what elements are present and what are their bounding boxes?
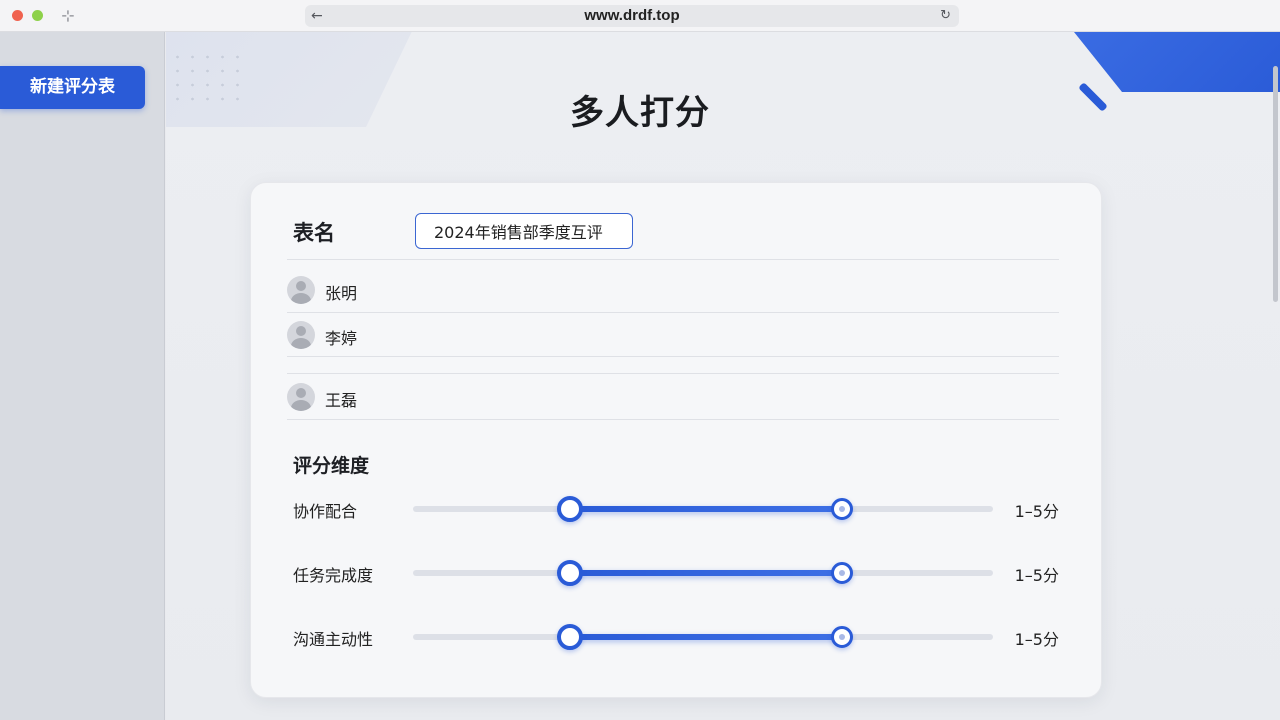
new-score-sheet-button[interactable]: 新建评分表: [0, 66, 145, 109]
range-slider-max-thumb[interactable]: [831, 562, 854, 584]
member-item[interactable]: 张明: [287, 276, 1059, 306]
url-text[interactable]: www.drdf.top: [305, 5, 959, 27]
sidebar: 新建评分表: [0, 32, 165, 720]
address-bar[interactable]: ← www.drdf.top ↻: [305, 5, 959, 27]
dimensions-title: 评分维度: [293, 455, 370, 477]
avatar-icon: [287, 276, 315, 304]
range-slider-min-thumb[interactable]: [556, 560, 583, 586]
dimension-row: 任务完成度 1–5分: [293, 558, 1059, 588]
member-name: 李婷: [325, 329, 358, 348]
range-slider-track[interactable]: [413, 560, 993, 586]
range-slider-fill: [569, 634, 843, 640]
avatar-icon: [287, 383, 315, 411]
range-slider-fill: [569, 570, 843, 576]
divider: [287, 419, 1059, 420]
range-slider-track[interactable]: [413, 624, 993, 650]
table-name-input[interactable]: [415, 213, 633, 249]
page-title: 多人打分: [570, 93, 710, 133]
dimension-range-text: 1–5分: [1014, 566, 1059, 585]
divider: [287, 312, 1059, 313]
page-scrollbar[interactable]: [1273, 66, 1278, 302]
member-item[interactable]: 王磊: [287, 383, 1059, 413]
close-window-icon[interactable]: [12, 10, 23, 21]
zoom-window-icon[interactable]: [32, 10, 43, 21]
reload-icon[interactable]: ↻: [940, 5, 951, 27]
divider: [287, 356, 1059, 357]
sidebar-toggle-icon[interactable]: ⊹: [58, 6, 78, 26]
dimension-row: 沟通主动性 1–5分: [293, 622, 1059, 652]
browser-toolbar: ⊹ ← www.drdf.top ↻: [0, 0, 1280, 32]
range-slider-track[interactable]: [413, 496, 993, 522]
member-item[interactable]: 李婷: [287, 321, 1059, 351]
member-name: 张明: [325, 284, 358, 303]
avatar-icon: [287, 321, 315, 349]
dimension-label: 沟通主动性: [293, 630, 374, 649]
member-name: 王磊: [325, 391, 358, 410]
score-sheet-card: 表名 张明 李婷 王磊 评分维度 协作配合 1–5分 任务完成度 1–5: [250, 182, 1102, 698]
divider: [287, 373, 1059, 374]
range-slider-min-thumb[interactable]: [556, 624, 583, 650]
dimension-label: 协作配合: [293, 502, 358, 521]
dimension-range-text: 1–5分: [1014, 630, 1059, 649]
range-slider-min-thumb[interactable]: [556, 496, 583, 522]
dimension-range-text: 1–5分: [1014, 502, 1059, 521]
table-name-label: 表名: [293, 221, 335, 245]
dimension-row: 协作配合 1–5分: [293, 494, 1059, 524]
dimension-label: 任务完成度: [293, 566, 374, 585]
range-slider-fill: [569, 506, 843, 512]
table-name-row: 表名: [293, 213, 1059, 249]
range-slider-max-thumb[interactable]: [831, 498, 854, 520]
divider: [287, 259, 1059, 260]
range-slider-max-thumb[interactable]: [831, 626, 854, 648]
